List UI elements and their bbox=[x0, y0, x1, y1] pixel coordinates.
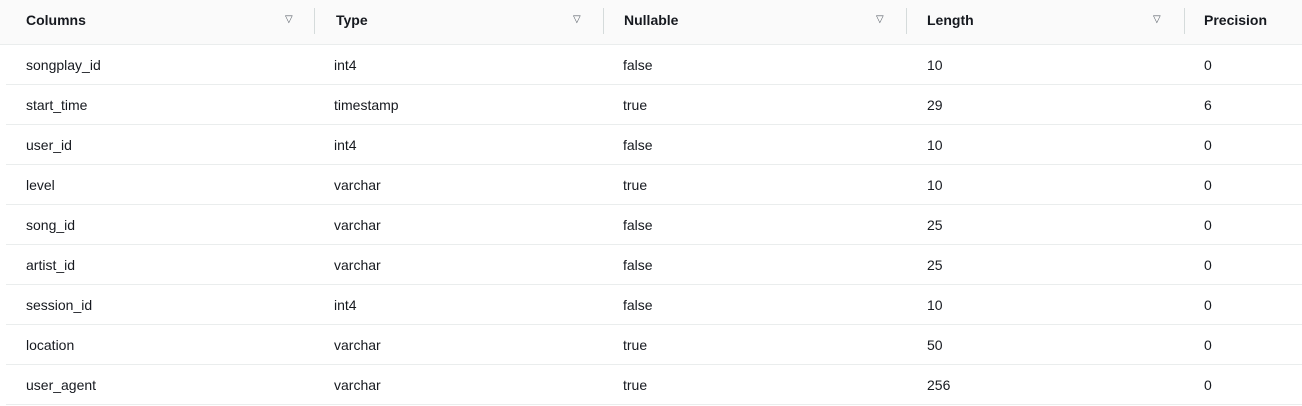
cell-precision: 0 bbox=[1204, 297, 1212, 313]
table-row[interactable]: user_agent varchar true 256 0 bbox=[6, 365, 1302, 405]
cell-precision: 0 bbox=[1204, 257, 1212, 273]
cell-column-name: user_agent bbox=[26, 377, 97, 393]
cell-precision: 0 bbox=[1204, 337, 1212, 353]
table-row[interactable]: start_time timestamp true 29 6 bbox=[6, 85, 1302, 125]
cell-length: 50 bbox=[927, 337, 943, 353]
table-header: Columns ▽ Type ▽ Nullable ▽ Length ▽ Pre… bbox=[0, 0, 1302, 45]
cell-length: 10 bbox=[927, 297, 943, 313]
cell-type: int4 bbox=[334, 57, 357, 73]
cell-type: varchar bbox=[334, 217, 381, 233]
cell-nullable: false bbox=[623, 297, 653, 313]
cell-nullable: true bbox=[623, 177, 648, 193]
table-row[interactable]: user_id int4 false 10 0 bbox=[6, 125, 1302, 165]
cell-type: varchar bbox=[334, 257, 381, 273]
table-row[interactable]: song_id varchar false 25 0 bbox=[6, 205, 1302, 245]
cell-length: 29 bbox=[927, 97, 943, 113]
cell-nullable: true bbox=[623, 377, 648, 393]
cell-column-name: level bbox=[26, 177, 55, 193]
cell-column-name: artist_id bbox=[26, 257, 76, 273]
cell-length: 25 bbox=[927, 217, 943, 233]
column-header-label: Type bbox=[336, 12, 368, 28]
cell-type: int4 bbox=[334, 137, 357, 153]
column-header-type[interactable]: Type ▽ bbox=[310, 0, 600, 44]
column-header-columns[interactable]: Columns ▽ bbox=[0, 0, 312, 44]
cell-column-name: song_id bbox=[26, 217, 76, 233]
cell-nullable: true bbox=[623, 337, 648, 353]
cell-precision: 0 bbox=[1204, 177, 1212, 193]
column-header-precision[interactable]: Precision bbox=[1178, 0, 1302, 44]
table-row[interactable]: location varchar true 50 0 bbox=[6, 325, 1302, 365]
cell-nullable: false bbox=[623, 57, 653, 73]
table-row[interactable]: level varchar true 10 0 bbox=[6, 165, 1302, 205]
cell-precision: 6 bbox=[1204, 97, 1212, 113]
cell-column-name: start_time bbox=[26, 97, 88, 113]
column-header-label: Precision bbox=[1204, 12, 1268, 28]
cell-type: timestamp bbox=[334, 97, 399, 113]
cell-nullable: false bbox=[623, 137, 653, 153]
cell-column-name: session_id bbox=[26, 297, 93, 313]
cell-length: 256 bbox=[927, 377, 951, 393]
cell-column-name: location bbox=[26, 337, 75, 353]
column-header-label: Length bbox=[927, 12, 974, 28]
column-header-nullable[interactable]: Nullable ▽ bbox=[598, 0, 903, 44]
sort-triangle-icon[interactable]: ▽ bbox=[573, 0, 581, 40]
cell-length: 10 bbox=[927, 137, 943, 153]
cell-length: 25 bbox=[927, 257, 943, 273]
column-header-label: Nullable bbox=[624, 12, 679, 28]
cell-length: 10 bbox=[927, 177, 943, 193]
columns-table: Columns ▽ Type ▽ Nullable ▽ Length ▽ Pre… bbox=[0, 0, 1302, 406]
column-header-length[interactable]: Length ▽ bbox=[901, 0, 1183, 44]
cell-precision: 0 bbox=[1204, 137, 1212, 153]
cell-precision: 0 bbox=[1204, 217, 1212, 233]
sort-triangle-icon[interactable]: ▽ bbox=[876, 0, 884, 40]
table-row[interactable]: artist_id varchar false 25 0 bbox=[6, 245, 1302, 285]
cell-column-name: songplay_id bbox=[26, 57, 101, 73]
cell-precision: 0 bbox=[1204, 57, 1212, 73]
table-row[interactable]: songplay_id int4 false 10 0 bbox=[6, 45, 1302, 85]
cell-nullable: false bbox=[623, 257, 653, 273]
sort-triangle-icon[interactable]: ▽ bbox=[1153, 0, 1161, 40]
table-row[interactable]: session_id int4 false 10 0 bbox=[6, 285, 1302, 325]
cell-column-name: user_id bbox=[26, 137, 72, 153]
cell-type: varchar bbox=[334, 337, 381, 353]
cell-precision: 0 bbox=[1204, 377, 1212, 393]
sort-triangle-icon[interactable]: ▽ bbox=[285, 0, 293, 40]
cell-nullable: false bbox=[623, 217, 653, 233]
cell-type: varchar bbox=[334, 177, 381, 193]
column-header-label: Columns bbox=[26, 12, 86, 28]
cell-nullable: true bbox=[623, 97, 648, 113]
cell-length: 10 bbox=[927, 57, 943, 73]
cell-type: varchar bbox=[334, 377, 381, 393]
cell-type: int4 bbox=[334, 297, 357, 313]
